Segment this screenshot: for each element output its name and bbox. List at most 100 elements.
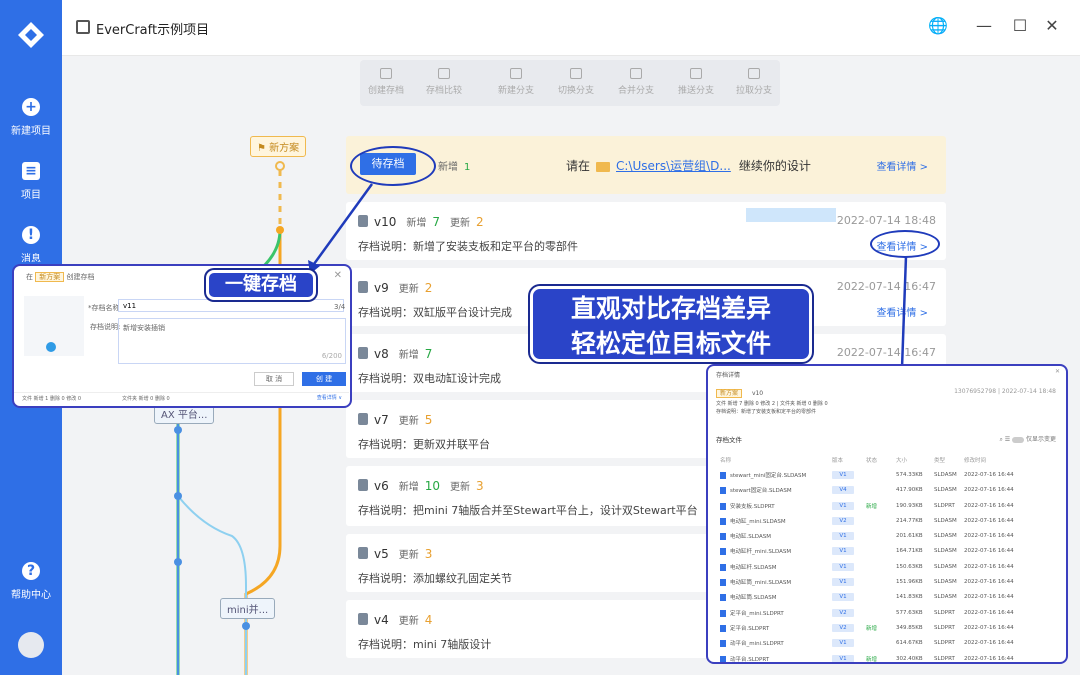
new-branch-button[interactable]: 新建分支 <box>490 68 542 96</box>
file-name: 动平台.SLDPRT <box>718 651 830 663</box>
file-row[interactable]: 电动缸筒_mini.SLDASM V1 151.96KB SLDASM 2022-07-… <box>718 574 1060 589</box>
archive-desc-textarea[interactable]: 新增安装插销 6/200 <box>118 318 346 364</box>
filter-icon[interactable]: ☰ <box>1005 436 1010 443</box>
cell-text: 2022-07-16 16:44 <box>964 563 1014 570</box>
cell-text: stewart_mini固定台.SLDASM <box>730 472 807 479</box>
cell-text: 定平台.SLDPRT <box>730 625 770 632</box>
archive-name-input[interactable] <box>118 299 344 312</box>
sidebar-item-messages[interactable]: ! 消息 <box>0 226 62 262</box>
folder-stats: 文件夹 新增 0 删除 0 <box>122 396 170 402</box>
cell-text: 动平台.SLDPRT <box>730 656 770 663</box>
cell-text: 2022-07-16 16:44 <box>964 609 1014 616</box>
cell-text: 电动缸杆_mini.SLDASM <box>730 549 792 556</box>
file-size: 417.90KB <box>894 483 932 498</box>
file-modified: 2022-07-16 16:44 <box>962 636 1060 651</box>
cancel-button[interactable]: 取 消 <box>254 372 294 386</box>
file-name: 电动缸杆_mini.SLDASM <box>718 544 830 559</box>
file-size: 577.63KB <box>894 605 932 620</box>
file-row[interactable]: 电动缸杆_mini.SLDASM V1 164.71KB SLDASM 2022-07-… <box>718 544 1060 559</box>
file-row[interactable]: 定平台_mini.SLDPRT V2 577.63KB SLDPRT 2022-07-1… <box>718 605 1060 620</box>
cell-text: V4 <box>832 486 854 495</box>
updated-count: 3 <box>424 547 433 561</box>
file-row[interactable]: 电动缸筒.SLDASM V1 141.83KB SLDASM 2022-07-16 16… <box>718 590 1060 605</box>
cell-text: 302.40KB <box>896 655 923 662</box>
sidebar-item-new-project[interactable]: + 新建项目 <box>0 98 62 137</box>
dialog-detail-link[interactable]: 查看详情 ∨ <box>317 394 342 401</box>
cell-text: SLDASM <box>934 563 957 570</box>
file-icon <box>720 487 726 495</box>
updated-count: 3 <box>476 479 484 493</box>
file-version: V4 <box>830 483 864 498</box>
panel-stats: 文件 新增 7 删除 0 修改 2 | 文件夹 新增 0 删除 0 <box>716 401 828 407</box>
file-type: SLDASM <box>932 590 962 605</box>
panel-title: 存档详情 <box>716 372 741 379</box>
sidebar-item-help[interactable]: ? 帮助中心 <box>0 562 62 601</box>
tool-label: 拉取分支 <box>735 86 772 96</box>
pointer-line <box>896 255 910 378</box>
folder-icon <box>596 161 611 172</box>
file-table-header: 名称 版本 状态 大小 类型 修改时间 <box>718 452 1060 467</box>
archive-desc: 存档说明：双缸版平台设计完成 <box>358 306 512 319</box>
file-row[interactable]: 定平台.SLDPRT V2 新增 349.85KB SLDPRT 2022-07-16 1… <box>718 620 1060 635</box>
added-label: 新增 <box>398 350 419 361</box>
changes-only-toggle[interactable] <box>1012 436 1025 443</box>
file-row[interactable]: 电动缸杆.SLDASM V1 150.63KB SLDASM 2022-07-16 16… <box>718 559 1060 574</box>
file-size: 164.71KB <box>894 544 932 559</box>
close-icon[interactable]: ✕ <box>1055 368 1060 375</box>
file-modified: 2022-07-16 16:44 <box>962 574 1060 589</box>
archive-desc: 存档说明：把mini 7轴版合并至Stewart平台上，设计双Stewart平台 <box>358 504 698 517</box>
file-version: V2 <box>830 605 864 620</box>
sidebar-label: 新建项目 <box>11 126 51 137</box>
file-version: V2 <box>830 620 864 635</box>
file-icon <box>720 563 726 571</box>
compare-archive-button[interactable]: 存档比较 <box>418 68 470 96</box>
pull-branch-button[interactable]: 拉取分支 <box>728 68 780 96</box>
search-icon[interactable]: ⌕ <box>999 436 1002 443</box>
cell-text: 2022-07-16 16:44 <box>964 640 1014 647</box>
cell-text: 574.33KB <box>896 471 923 478</box>
cell-text: 201.61KB <box>896 533 923 540</box>
cell-text: 151.96KB <box>896 579 923 586</box>
file-modified: 2022-07-16 16:44 <box>962 605 1060 620</box>
file-type: SLDPRT <box>932 651 962 662</box>
minimize-button[interactable]: — <box>972 16 996 35</box>
column-header: 状态 <box>866 457 878 464</box>
cell-text: 电动缸_mini.SLDASM <box>730 518 786 525</box>
push-branch-button[interactable]: 推送分支 <box>670 68 722 96</box>
pending-prompt: 请在 C:\Users\运营组\D... 继续你的设计 <box>566 157 811 174</box>
switch-branch-button[interactable]: 切换分支 <box>550 68 602 96</box>
avatar[interactable] <box>18 632 44 658</box>
cell-text: stewart固定台.SLDASM <box>730 488 792 495</box>
title-bar: EverCraft示例项目 🌐 — ☐ ✕ <box>62 0 1080 56</box>
cell-text: 2022-07-16 16:44 <box>964 502 1014 509</box>
file-row[interactable]: 电动缸_mini.SLDASM V2 214.77KB SLDASM 2022-07-1… <box>718 513 1060 528</box>
file-row[interactable]: 动平台_mini.SLDPRT V1 614.67KB SLDPRT 2022-07-1… <box>718 636 1060 651</box>
maximize-button[interactable]: ☐ <box>1008 16 1032 35</box>
merge-branch-button[interactable]: 合并分支 <box>610 68 662 96</box>
language-globe-icon[interactable]: 🌐 <box>926 16 950 35</box>
tool-label: 新建分支 <box>497 86 534 96</box>
archive-card-v10[interactable]: v10 新增 7 更新 2 存档说明：新增了安装支板和定平台的零部件 2022-07-1… <box>346 202 946 260</box>
file-row[interactable]: 安装支板.SLDPRT V1 新增 190.93KB SLDPRT 2022-07-16 … <box>718 498 1060 513</box>
file-row[interactable]: stewart固定台.SLDASM V4 417.90KB SLDASM 2022-07… <box>718 483 1060 498</box>
tool-label: 存档比较 <box>425 86 462 96</box>
file-status <box>864 513 894 528</box>
close-button[interactable]: ✕ <box>1040 16 1064 35</box>
sidebar-item-projects[interactable]: ≡ 项目 <box>0 162 62 201</box>
file-row[interactable]: 电动缸.SLDASM V1 201.61KB SLDASM 2022-07-16 16:… <box>718 528 1060 543</box>
file-name: 定平台.SLDPRT <box>718 620 830 635</box>
workspace-path-link[interactable]: C:\Users\运营组\D... <box>616 159 731 173</box>
version: v4 <box>374 613 389 627</box>
switch-icon <box>570 68 582 79</box>
create-button[interactable]: 创 建 <box>302 372 346 386</box>
cell-text: 190.93KB <box>896 502 923 509</box>
branch-tag-new-plan[interactable]: ⚑ 新方案 <box>250 136 307 157</box>
file-row[interactable]: 动平台.SLDPRT V1 新增 302.40KB SLDPRT 2022-07-16 1… <box>718 651 1060 663</box>
create-archive-button[interactable]: 创建存档 <box>360 68 412 96</box>
pending-detail-link[interactable]: 查看详情 > <box>876 158 928 173</box>
updated-label: 更新 <box>398 550 419 561</box>
branch-tag-mini[interactable]: mini并... <box>220 598 276 619</box>
cell-text: 新增 <box>866 656 878 663</box>
file-row[interactable]: stewart_mini固定台.SLDASM V1 574.33KB SLDASM 20… <box>718 467 1060 482</box>
cell-text: V1 <box>832 562 854 571</box>
